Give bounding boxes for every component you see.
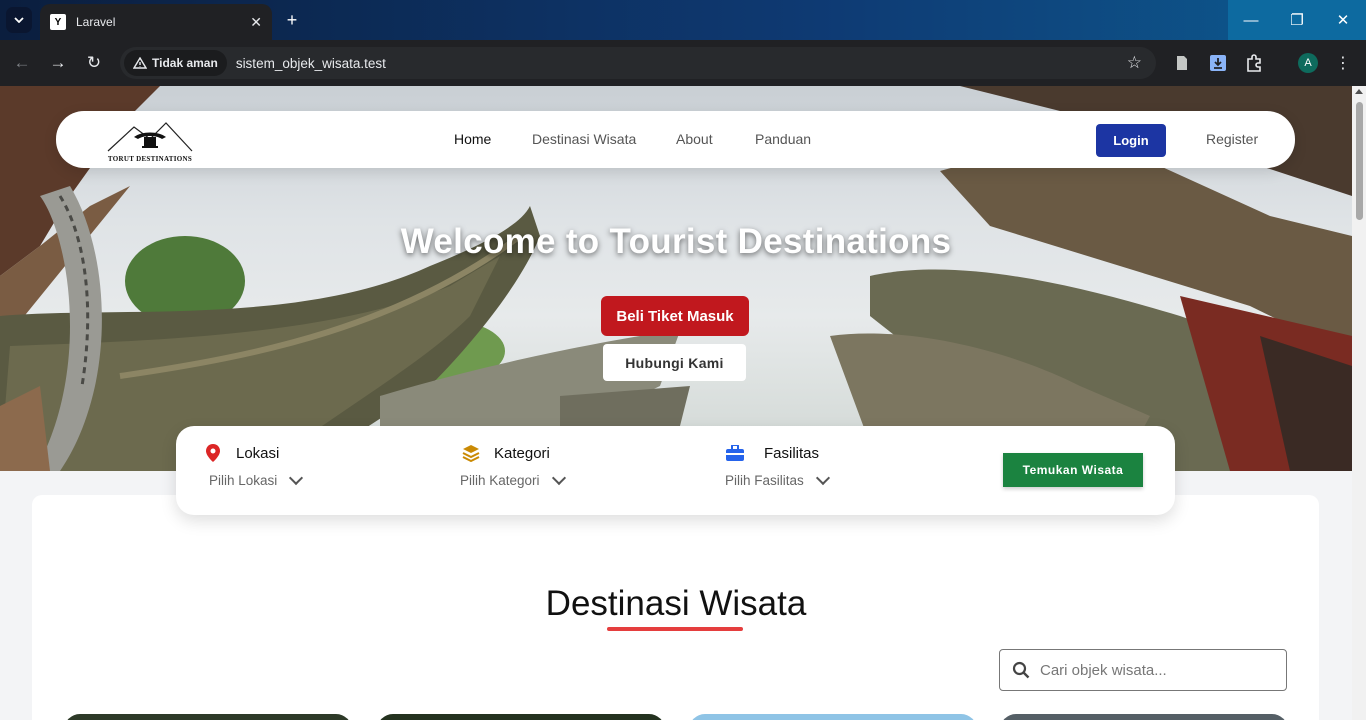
reading-list-icon[interactable] [1172,53,1192,73]
minimize-button[interactable]: — [1228,0,1274,40]
location-select-value: Pilih Lokasi [209,473,278,488]
chevron-down-icon [14,17,24,23]
destination-search-field[interactable] [999,649,1287,691]
site-logo[interactable]: TORUT DESTINATIONS [106,117,194,163]
close-window-button[interactable]: ✕ [1320,0,1366,40]
location-filter-header: Lokasi [204,444,279,462]
restore-button[interactable]: ❐ [1274,0,1320,40]
scroll-up-arrow-icon[interactable] [1355,89,1363,94]
facility-select[interactable]: Pilih Fasilitas [725,470,830,488]
login-button[interactable]: Login [1096,124,1166,157]
main-navbar: TORUT DESTINATIONS Home Destinasi Wisata… [56,111,1295,168]
destination-thumbnail[interactable] [1000,714,1288,720]
filter-card: Lokasi Pilih Lokasi Kategori Pilih Kateg… [176,426,1175,515]
scrollbar-thumb[interactable] [1356,102,1363,220]
security-indicator[interactable]: Tidak aman [124,50,227,76]
chevron-down-icon [551,470,566,486]
mountain-logo-icon [107,122,193,152]
category-select[interactable]: Pilih Kategori [460,470,566,488]
profile-avatar[interactable]: A [1298,53,1318,73]
nav-link-about[interactable]: About [676,131,713,147]
reload-button[interactable]: ↻ [82,51,106,75]
hero-title: Welcome to Tourist Destinations [400,222,952,261]
nav-link-home[interactable]: Home [454,131,491,147]
hero-section: TORUT DESTINATIONS Home Destinasi Wisata… [0,86,1352,471]
page-viewport: TORUT DESTINATIONS Home Destinasi Wisata… [0,86,1352,720]
forward-button[interactable]: → [46,51,70,75]
destination-thumbnail[interactable] [689,714,977,720]
facility-select-value: Pilih Fasilitas [725,473,804,488]
download-icon[interactable] [1208,53,1228,73]
category-select-value: Pilih Kategori [460,473,540,488]
tab-title: Laravel [76,15,116,29]
destination-thumbnail[interactable] [64,714,352,720]
toolbox-icon [726,444,744,462]
facility-filter-header: Fasilitas [726,444,819,462]
location-label: Lokasi [236,444,280,462]
security-label: Tidak aman [152,56,218,70]
tab-search-button[interactable] [6,7,32,33]
bookmark-star-icon[interactable]: ☆ [1127,53,1142,73]
browser-toolbar: ← → ↻ Tidak aman sistem_objek_wisata.tes… [0,40,1366,86]
location-select[interactable]: Pilih Lokasi [209,470,304,488]
favicon-icon: Y [50,14,66,30]
chevron-down-icon [289,470,304,486]
register-link[interactable]: Register [1206,131,1258,147]
category-filter-header: Kategori [462,444,550,462]
extensions-icon[interactable] [1244,53,1264,73]
category-label: Kategori [494,444,550,462]
warning-icon [133,57,147,69]
destination-thumbnail[interactable] [377,714,665,720]
section-title: Destinasi Wisata [545,584,807,623]
section-title-underline [607,627,743,631]
address-bar[interactable]: Tidak aman sistem_objek_wisata.test ☆ [120,47,1156,79]
browser-menu-icon[interactable]: ⋮ [1335,53,1351,73]
logo-text: TORUT DESTINATIONS [107,155,193,163]
nav-link-destinasi[interactable]: Destinasi Wisata [532,131,636,147]
page-scrollbar[interactable] [1352,86,1366,720]
search-icon [1012,661,1030,679]
layers-icon [462,444,480,462]
back-button[interactable]: ← [10,51,34,75]
new-tab-button[interactable]: + [280,8,304,32]
facility-label: Fasilitas [764,444,820,462]
nav-link-panduan[interactable]: Panduan [755,131,811,147]
search-input[interactable] [1040,661,1270,679]
close-tab-icon[interactable]: ✕ [250,14,262,31]
browser-tab-bar: Y Laravel ✕ + — ❐ ✕ [0,0,1366,40]
buy-ticket-button[interactable]: Beli Tiket Masuk [601,296,749,336]
contact-button[interactable]: Hubungi Kami [603,344,746,381]
url-text[interactable]: sistem_objek_wisata.test [236,56,1127,71]
map-pin-icon [204,444,222,462]
find-destination-button[interactable]: Temukan Wisata [1003,453,1143,487]
chevron-down-icon [815,470,830,486]
browser-tab[interactable]: Y Laravel ✕ [40,4,272,40]
